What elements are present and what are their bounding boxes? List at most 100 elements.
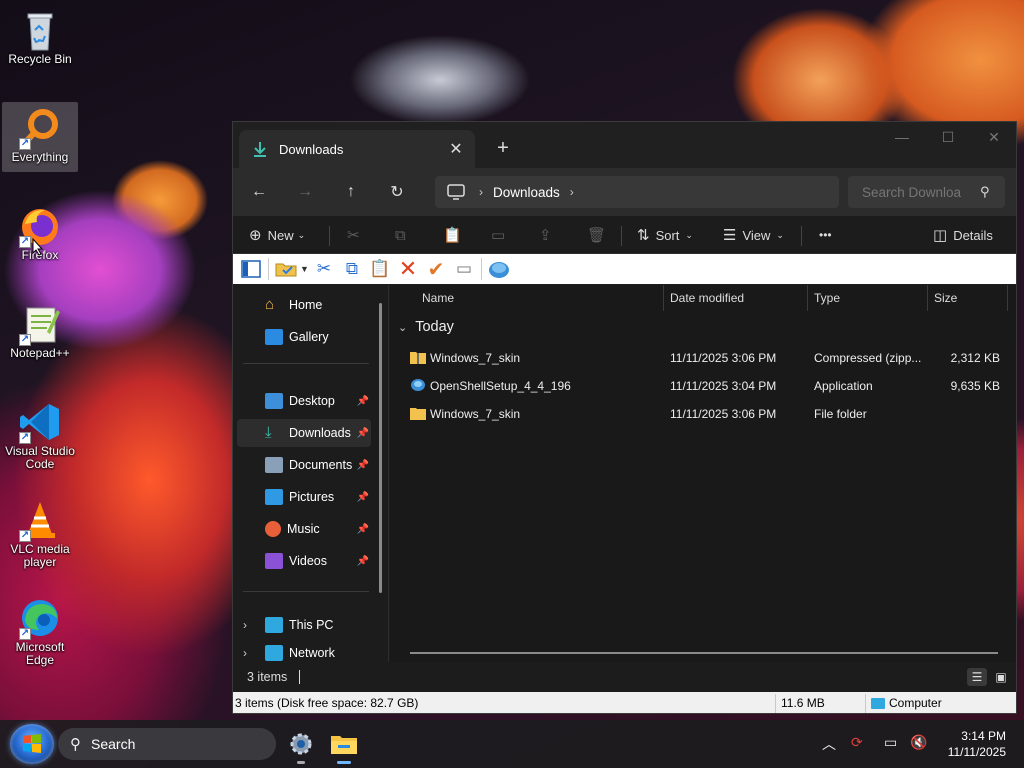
close-tab-button[interactable]: ✕: [441, 135, 471, 163]
maximize-button[interactable]: ☐: [925, 122, 971, 152]
sync-icon[interactable]: ⟳: [851, 734, 863, 751]
paste-button[interactable]: 📋: [443, 216, 468, 254]
network-display-icon[interactable]: ▭: [884, 734, 897, 751]
sidebar-item-music[interactable]: Music 📌: [237, 515, 371, 543]
breadcrumb-chevron-icon[interactable]: ›: [570, 185, 574, 199]
sidebar-item-label: Downloads: [289, 426, 351, 440]
table-row[interactable]: Windows_7_skin 11/11/2025 3:06 PM File f…: [390, 400, 1016, 428]
chevron-right-icon[interactable]: ›: [243, 646, 247, 660]
sidebar-item-this-pc[interactable]: › This PC: [237, 611, 371, 639]
pin-icon[interactable]: 📌: [357, 460, 369, 471]
sidebar-item-desktop[interactable]: Desktop 📌: [237, 387, 371, 415]
taskbar-settings-app[interactable]: [283, 726, 319, 764]
column-header-date-modified[interactable]: Date modified: [670, 285, 744, 311]
tab-downloads[interactable]: Downloads ✕: [239, 130, 475, 168]
column-header-size[interactable]: Size: [934, 285, 957, 311]
search-icon: ⚲: [70, 736, 81, 753]
navigation-pane-toggle[interactable]: [237, 256, 265, 282]
refresh-button[interactable]: ↻: [377, 176, 417, 208]
sidebar-item-pictures[interactable]: Pictures 📌: [237, 483, 371, 511]
select-classic-button[interactable]: ✔: [422, 256, 450, 282]
details-pane-button[interactable]: ◫ Details: [933, 216, 993, 254]
copy-button[interactable]: ⧉: [395, 216, 412, 254]
tab-title: Downloads: [279, 141, 344, 157]
gallery-icon: [265, 329, 283, 345]
sidebar-item-home[interactable]: ⌂ Home: [237, 291, 371, 319]
new-button[interactable]: ⊕ New ⌄: [249, 216, 305, 254]
desktop-icon-everything[interactable]: ↗ Everything: [2, 102, 78, 172]
system-clock[interactable]: 3:14 PM 11/11/2025: [948, 728, 1006, 760]
cut-button[interactable]: ✂: [347, 216, 366, 254]
pin-icon[interactable]: 📌: [357, 556, 369, 567]
sidebar-item-network[interactable]: › Network: [237, 643, 371, 662]
sidebar-item-videos[interactable]: Videos 📌: [237, 547, 371, 575]
sidebar-item-label: Videos: [289, 554, 327, 568]
close-window-button[interactable]: ✕: [971, 122, 1016, 152]
search-input[interactable]: [862, 184, 966, 200]
show-hidden-icons-button[interactable]: ︿: [822, 734, 836, 754]
desktop-icon-vlc[interactable]: ↗ VLC media player: [2, 494, 78, 569]
group-header-today[interactable]: ⌄ Today: [398, 319, 454, 335]
taskbar-file-explorer-app[interactable]: [326, 726, 362, 764]
search-box[interactable]: ⚲: [848, 176, 1005, 208]
table-row[interactable]: Windows_7_skin 11/11/2025 3:06 PM Compre…: [390, 344, 1016, 372]
forward-button[interactable]: →: [285, 176, 325, 208]
address-bar[interactable]: › Downloads ›: [435, 176, 839, 208]
tiles-view-button[interactable]: ▣: [991, 668, 1011, 686]
taskbar-search[interactable]: ⚲ Search: [58, 728, 276, 760]
details-view-button[interactable]: ☰: [967, 668, 987, 686]
share-icon: ⇪: [539, 227, 552, 244]
network-icon: [265, 644, 283, 661]
rename-button[interactable]: ▭: [491, 216, 511, 254]
new-tab-button[interactable]: +: [489, 134, 517, 162]
pin-icon[interactable]: 📌: [357, 428, 369, 439]
horizontal-scrollbar[interactable]: [410, 652, 998, 654]
up-button[interactable]: ↑: [331, 176, 371, 208]
edge-icon: ↗: [17, 596, 63, 640]
notepad-plus-plus-icon: ↗: [17, 302, 63, 346]
delete-button[interactable]: 🗑: [587, 216, 612, 254]
copy-icon: ⧉: [395, 226, 406, 244]
sidebar-item-gallery[interactable]: Gallery: [237, 323, 371, 351]
pin-icon[interactable]: 📌: [357, 396, 369, 407]
desktop-icon-edge[interactable]: ↗ Microsoft Edge: [2, 592, 78, 667]
paste-classic-button[interactable]: 📋: [366, 256, 394, 282]
shortcut-arrow-icon: ↗: [19, 530, 31, 542]
pictures-folder-icon: [265, 489, 283, 505]
breadcrumb-chevron-icon[interactable]: ›: [479, 185, 483, 199]
volume-muted-icon[interactable]: 🔇: [910, 734, 927, 751]
dropdown-arrow-icon[interactable]: ▼: [300, 264, 310, 274]
open-shell-settings-button[interactable]: [485, 256, 513, 282]
more-options-button[interactable]: •••: [819, 216, 832, 254]
plus-circle-icon: ⊕: [249, 227, 262, 244]
column-header-type[interactable]: Type: [814, 285, 840, 311]
desktop-icon-notepadpp[interactable]: ↗ Notepad++: [2, 298, 78, 368]
table-row[interactable]: OpenShellSetup_4_4_196 11/11/2025 3:04 P…: [390, 372, 1016, 400]
sidebar-item-documents[interactable]: Documents 📌: [237, 451, 371, 479]
delete-classic-button[interactable]: ✕: [394, 256, 422, 282]
share-button[interactable]: ⇪: [539, 216, 558, 254]
chevron-right-icon[interactable]: ›: [243, 618, 247, 632]
properties-classic-button[interactable]: ▭: [450, 256, 478, 282]
start-button[interactable]: [10, 724, 54, 764]
column-header-name[interactable]: Name: [422, 285, 454, 311]
desktop-icon-vscode[interactable]: ↗ Visual Studio Code: [2, 396, 78, 471]
copy-classic-button[interactable]: ⧉: [338, 256, 366, 282]
pin-icon[interactable]: 📌: [357, 492, 369, 503]
minimize-button[interactable]: —: [879, 122, 925, 152]
pin-icon[interactable]: 📌: [357, 524, 369, 535]
navigation-pane-scrollbar[interactable]: [379, 303, 382, 593]
gear-icon: [290, 733, 312, 755]
rename-icon: ▭: [491, 227, 506, 244]
breadcrumb-downloads[interactable]: Downloads: [493, 185, 560, 200]
view-button[interactable]: ☰ View ⌄: [723, 216, 784, 254]
file-date: 11/11/2025 3:04 PM: [670, 379, 777, 393]
cut-classic-button[interactable]: ✂: [310, 256, 338, 282]
back-button[interactable]: ←: [239, 176, 279, 208]
sort-button[interactable]: ⇅ Sort ⌄: [637, 216, 693, 254]
folder-options-button[interactable]: [272, 256, 300, 282]
desktop-icon-firefox[interactable]: ↗ Firefox: [2, 200, 78, 270]
desktop-icon-recycle-bin[interactable]: Recycle Bin: [2, 4, 78, 74]
sidebar-item-downloads[interactable]: ⤓ Downloads 📌: [237, 419, 371, 447]
download-arrow-icon: [254, 142, 266, 157]
